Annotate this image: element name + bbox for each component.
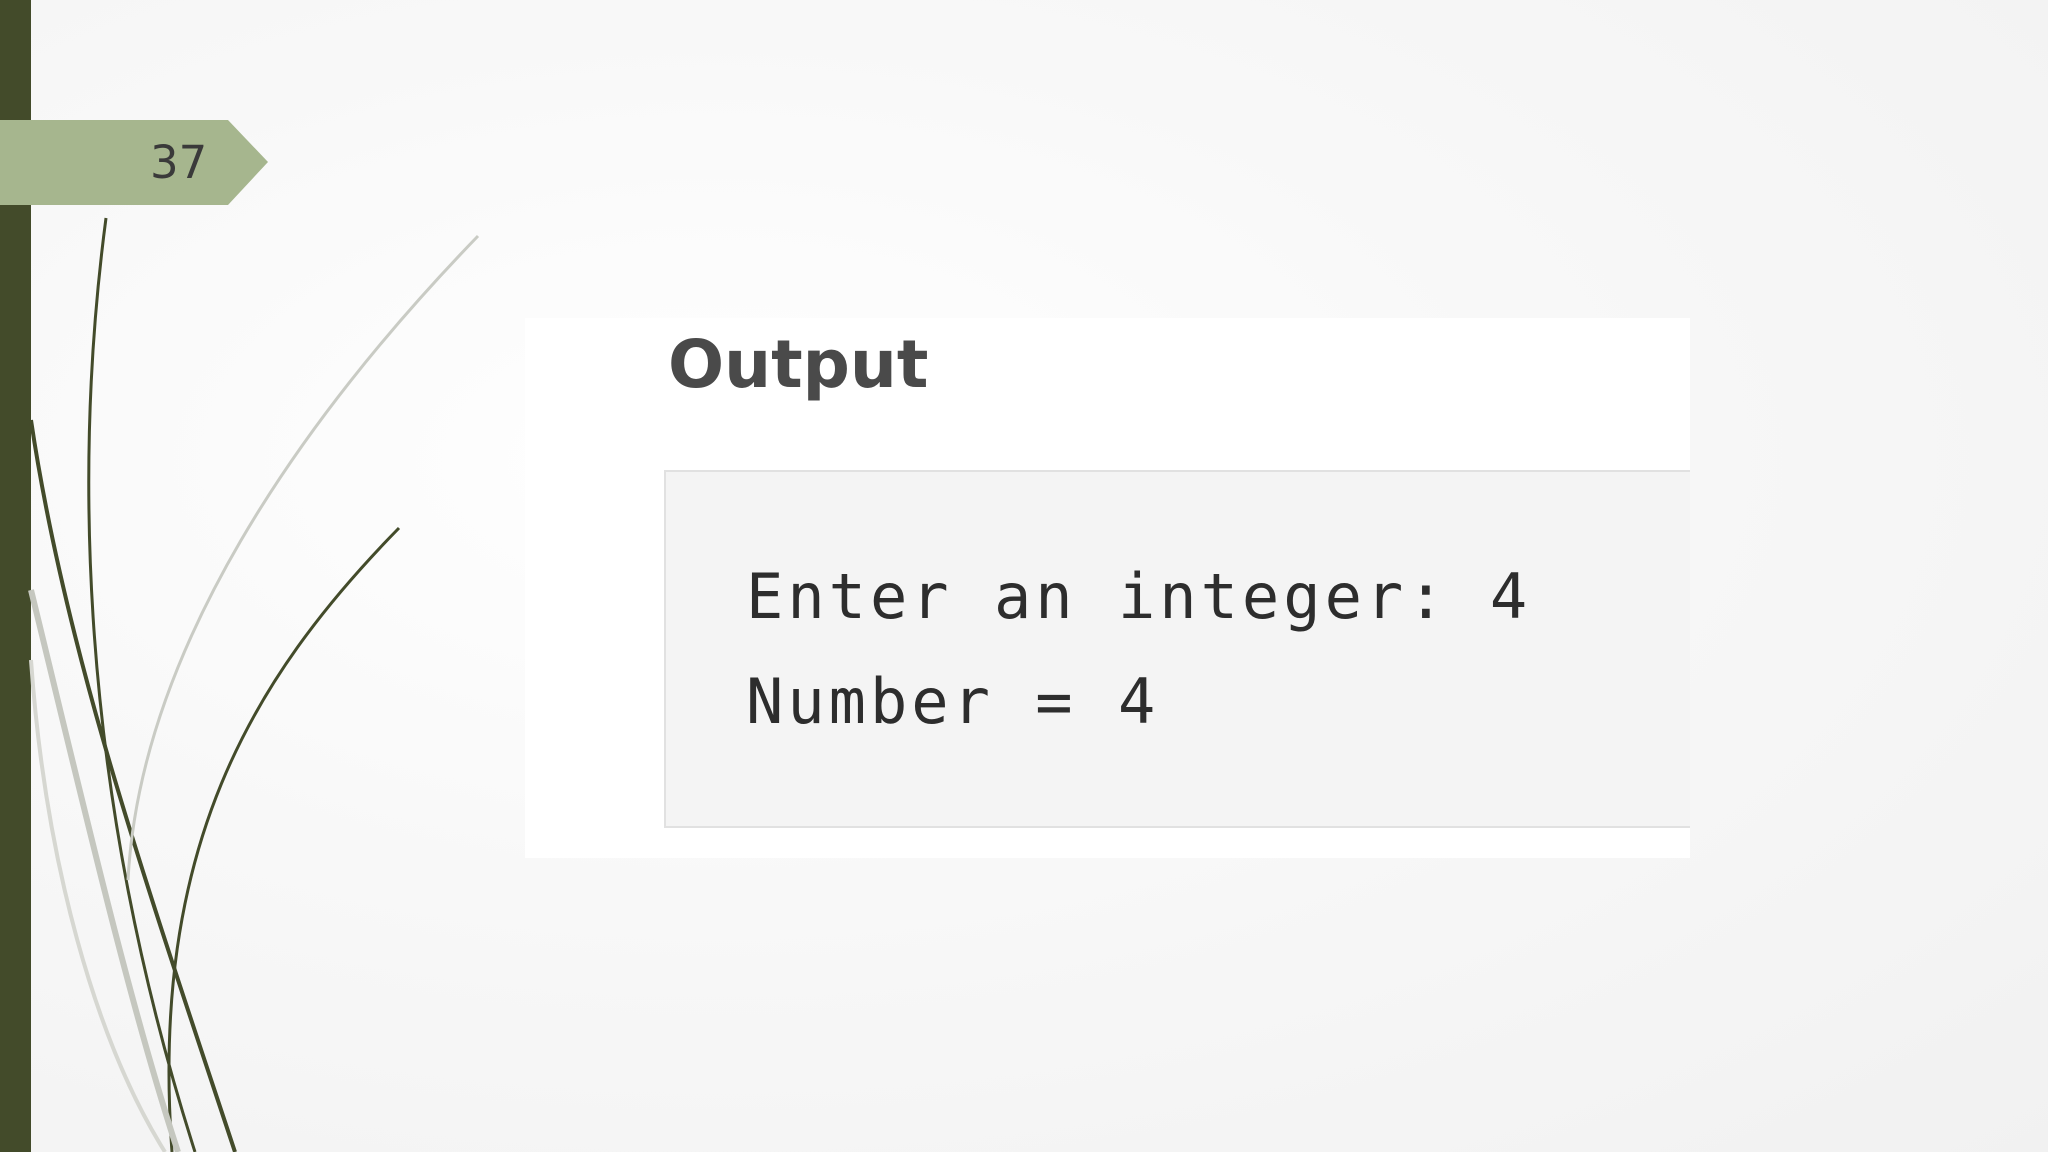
console-line-prompt: Enter an integer: 4 bbox=[746, 560, 1532, 633]
page-number-tab bbox=[0, 120, 268, 205]
console-output-box bbox=[664, 470, 1690, 828]
console-line-result: Number = 4 bbox=[746, 665, 1160, 738]
output-heading: Output bbox=[668, 326, 929, 403]
page-number: 37 bbox=[150, 136, 208, 189]
